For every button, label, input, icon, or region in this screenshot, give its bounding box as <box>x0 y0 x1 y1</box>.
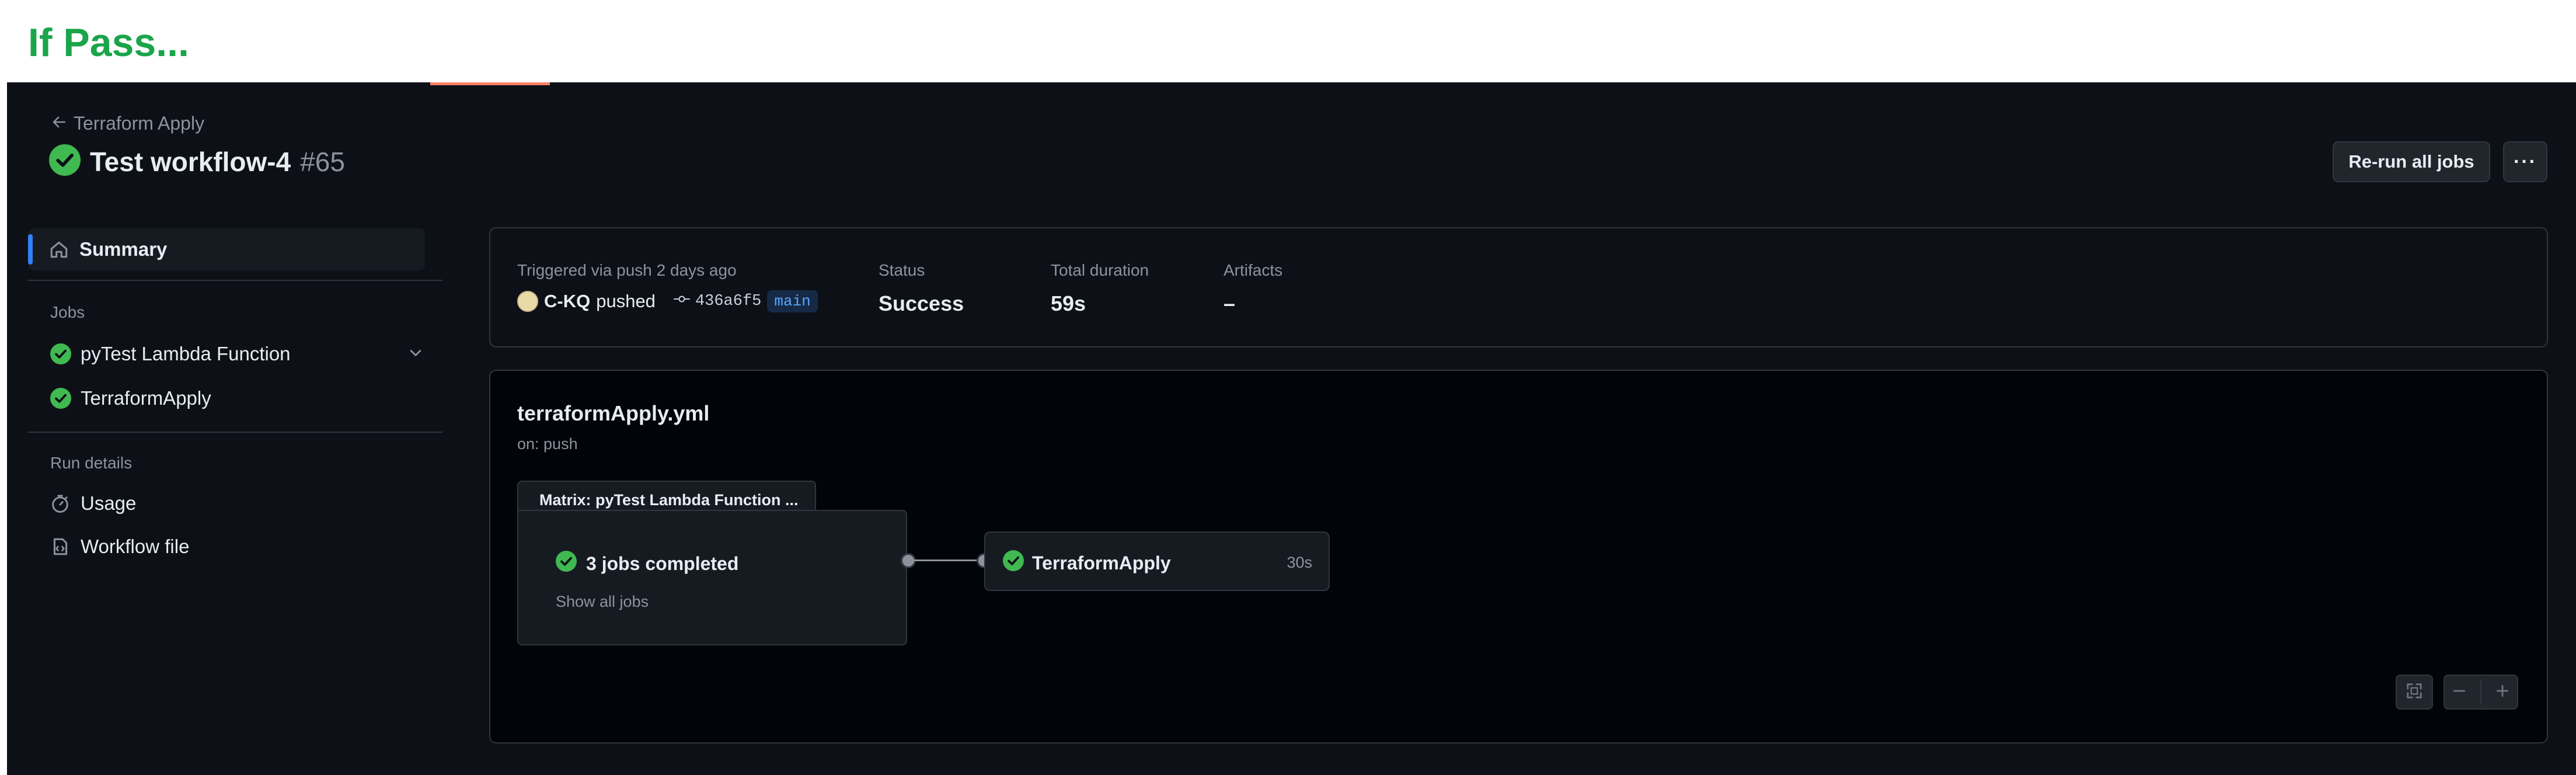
commit-sha: 436a6f5 <box>695 293 762 310</box>
check-circle-icon <box>50 343 74 364</box>
banner: If Pass... <box>0 0 2576 82</box>
sidebar-item-summary[interactable]: Summary <box>28 228 425 270</box>
zoom-controls <box>2443 675 2518 710</box>
sidebar-item-workflow-file[interactable]: Workflow file <box>50 536 189 558</box>
rerun-all-jobs-button[interactable]: Re-run all jobs <box>2333 141 2490 182</box>
run-summary-card: Triggered via push 2 days ago C-KQ pushe… <box>489 227 2548 347</box>
workflow-trigger: on: push <box>517 435 578 453</box>
sidebar-item-label: Summary <box>79 238 168 260</box>
matrix-status-label: 3 jobs completed <box>586 552 739 574</box>
sidebar-item-job[interactable]: TerraformApply <box>50 387 211 409</box>
banner-title: If Pass... <box>28 20 189 65</box>
actions-run-page: Terraform Apply Test workflow-4 #65 Re-r… <box>7 82 2576 775</box>
arrow-left-icon <box>51 113 67 134</box>
push-action: pushed <box>596 291 656 311</box>
sidebar-item-usage[interactable]: Usage <box>50 492 136 515</box>
back-link[interactable]: Terraform Apply <box>51 113 204 134</box>
sidebar-item-job[interactable]: pyTest Lambda Function <box>50 343 424 365</box>
active-indicator <box>28 234 33 265</box>
matrix-status: 3 jobs completed <box>556 551 738 576</box>
trigger-text: Triggered via push 2 days ago <box>517 261 737 279</box>
artifacts-value: – <box>1223 291 1236 315</box>
job-card-terraformapply[interactable]: TerraformApply 30s <box>984 531 1330 591</box>
chevron-down-icon[interactable] <box>407 345 424 364</box>
commit-link[interactable]: 436a6f5 <box>673 293 761 310</box>
avatar[interactable] <box>517 291 538 312</box>
home-icon <box>46 239 72 259</box>
job-label: TerraformApply <box>81 387 211 409</box>
zoom-in-icon[interactable] <box>2494 683 2511 702</box>
sidebar-divider <box>28 280 442 281</box>
show-all-jobs-link[interactable]: Show all jobs <box>556 593 649 611</box>
matrix-title: Matrix: pyTest Lambda Function ... <box>517 481 816 511</box>
duration-value: 59s <box>1051 291 1086 315</box>
check-circle-icon <box>49 144 81 179</box>
screen-full-icon <box>2406 682 2423 703</box>
workflow-graph-card: terraformApply.yml on: push Matrix: pyTe… <box>489 370 2548 743</box>
run-number: #65 <box>300 146 345 177</box>
more-options-button[interactable]: ··· <box>2503 141 2547 182</box>
check-circle-icon <box>556 551 577 576</box>
branch-label[interactable]: main <box>767 290 818 312</box>
graph-connector <box>914 559 983 561</box>
kebab-horizontal-icon: ··· <box>2514 150 2537 173</box>
job-card-title: TerraformApply <box>1003 550 1171 576</box>
artifacts-label: Artifacts <box>1223 261 1283 279</box>
zoom-divider <box>2480 679 2481 705</box>
status-value: Success <box>879 291 964 315</box>
page-title: Test workflow-4 #65 <box>49 144 345 179</box>
sidebar-divider <box>28 432 442 433</box>
workflow-file-name[interactable]: terraformApply.yml <box>517 401 709 426</box>
usage-label: Usage <box>81 492 137 514</box>
check-circle-icon <box>50 388 74 409</box>
matrix-job-group[interactable]: 3 jobs completed Show all jobs <box>517 510 907 645</box>
job-duration: 30s <box>1287 554 1312 571</box>
git-commit-icon <box>673 293 691 310</box>
user-link[interactable]: C-KQ <box>544 291 590 312</box>
check-circle-icon <box>1003 550 1024 576</box>
job-card-name: TerraformApply <box>1032 552 1171 574</box>
file-code-icon <box>50 537 74 557</box>
zoom-out-icon[interactable] <box>2451 683 2467 702</box>
push-info: C-KQ pushed 436a6f5 main <box>517 290 818 312</box>
active-tab-underline <box>430 82 550 85</box>
back-link-label: Terraform Apply <box>74 113 205 134</box>
job-label: pyTest Lambda Function <box>81 343 291 364</box>
status-label: Status <box>879 261 925 279</box>
workflow-run-title: Test workflow-4 <box>90 146 291 177</box>
stopwatch-icon <box>50 494 74 513</box>
fullscreen-button[interactable] <box>2396 675 2433 710</box>
jobs-heading: Jobs <box>50 303 85 321</box>
duration-label: Total duration <box>1051 261 1149 279</box>
run-details-heading: Run details <box>50 454 133 472</box>
workflow-file-label: Workflow file <box>81 536 190 557</box>
